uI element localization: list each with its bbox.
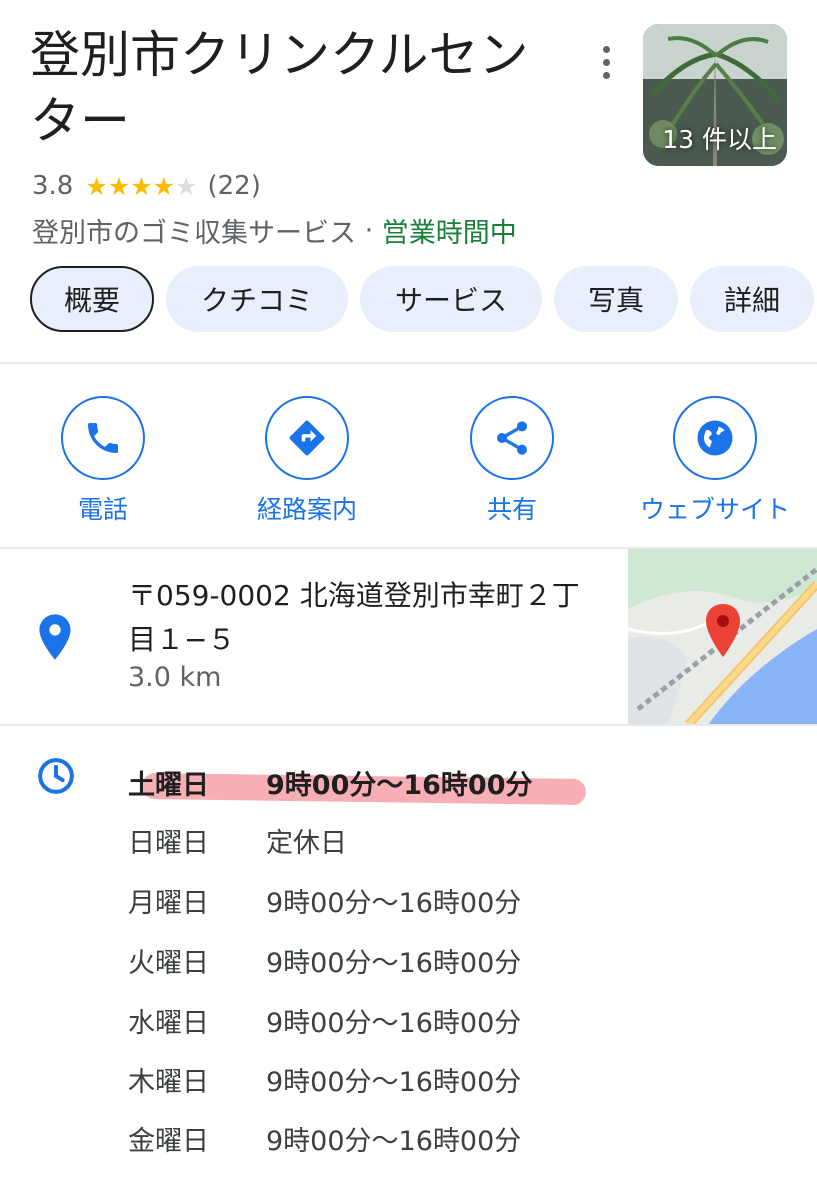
directions-button-circle[interactable] xyxy=(265,396,349,480)
directions-icon xyxy=(289,420,325,456)
star-filled-icon: ★ xyxy=(130,171,153,201)
tab-details[interactable]: 詳細 xyxy=(690,266,814,332)
distance-text: 3.0 km xyxy=(128,662,222,693)
directions-button[interactable]: 経路案内 xyxy=(212,396,402,526)
hours-day: 月曜日 xyxy=(128,887,209,919)
directions-label: 経路案内 xyxy=(256,495,357,524)
hours-row: 月曜日 9時00分～16時00分 xyxy=(128,878,521,922)
location-pin-icon xyxy=(39,614,71,660)
phone-icon xyxy=(88,423,118,453)
call-label: 電話 xyxy=(77,495,128,524)
hours-row: 火曜日 9時00分～16時00分 xyxy=(128,938,521,982)
place-category: 登別市のゴミ収集サービス xyxy=(32,217,356,249)
divider xyxy=(0,724,817,726)
share-button-circle[interactable] xyxy=(470,396,554,480)
website-label: ウェブサイト xyxy=(639,495,790,524)
hours-day: 木曜日 xyxy=(128,1066,209,1098)
star-filled-icon: ★ xyxy=(85,171,108,201)
hours-time: 9時00分～16時00分 xyxy=(266,769,533,801)
tab-reviews[interactable]: クチコミ xyxy=(166,266,348,332)
hours-row-today[interactable]: 土曜日 9時00分～16時00分 xyxy=(128,760,533,804)
review-count: (22) xyxy=(207,171,261,201)
tab-photos[interactable]: 写真 xyxy=(554,266,678,332)
open-status: 営業時間中 xyxy=(381,217,517,249)
photo-count-label: 13 件以上 xyxy=(662,125,777,154)
category-row: 登別市のゴミ収集サービス · 営業時間中 xyxy=(32,210,517,250)
hours-time: 9時00分～16時00分 xyxy=(266,947,522,979)
tab-services[interactable]: サービス xyxy=(360,266,542,332)
hours-time: 9時00分～16時00分 xyxy=(266,1007,522,1039)
rating-row[interactable]: 3.8 ★ ★ ★ ★ ★ (22) xyxy=(32,168,261,204)
hours-day: 日曜日 xyxy=(128,827,209,859)
hours-day: 金曜日 xyxy=(128,1125,209,1157)
hours-time: 9時00分～16時00分 xyxy=(266,1066,522,1098)
rating-value: 3.8 xyxy=(32,171,74,201)
share-label: 共有 xyxy=(486,495,537,524)
separator: · xyxy=(356,214,382,246)
map-thumbnail[interactable] xyxy=(628,549,817,725)
clock-icon xyxy=(38,758,74,794)
tab-overview[interactable]: 概要 xyxy=(30,266,154,332)
hours-day: 火曜日 xyxy=(128,947,209,979)
rating-stars: ★ ★ ★ ★ ★ xyxy=(85,174,197,199)
place-photo-thumbnail[interactable]: 13 件以上 xyxy=(643,24,787,166)
hours-time: 定休日 xyxy=(266,827,347,859)
hours-row: 木曜日 9時00分～16時00分 xyxy=(128,1057,521,1101)
hours-time: 9時00分～16時00分 xyxy=(266,1125,522,1157)
share-icon xyxy=(497,421,527,455)
divider xyxy=(0,362,817,364)
website-button[interactable]: ウェブサイト xyxy=(620,396,810,526)
star-filled-icon: ★ xyxy=(152,171,176,201)
place-title: 登別市クリンクルセンター xyxy=(30,26,529,150)
star-empty-icon: ★ xyxy=(175,171,198,201)
call-button[interactable]: 電話 xyxy=(8,396,198,526)
hours-row: 水曜日 9時00分～16時00分 xyxy=(128,998,521,1042)
share-button[interactable]: 共有 xyxy=(417,396,607,526)
tab-bar: 概要 クチコミ サービス 写真 詳細 xyxy=(30,266,814,332)
hours-row: 金曜日 9時00分～16時00分 xyxy=(128,1116,521,1160)
call-button-circle[interactable] xyxy=(61,396,145,480)
hours-day: 水曜日 xyxy=(128,1007,209,1039)
map-image xyxy=(628,549,817,725)
star-filled-icon: ★ xyxy=(107,171,131,201)
address-text[interactable]: 〒059-0002 北海道登別市幸町２丁目１−５ xyxy=(128,574,598,662)
hours-row: 日曜日 定休日 xyxy=(128,818,347,862)
more-options-icon[interactable] xyxy=(590,40,622,84)
globe-icon xyxy=(697,420,733,456)
hours-time: 9時00分～16時00分 xyxy=(266,887,522,919)
website-button-circle[interactable] xyxy=(673,396,757,480)
hours-day: 土曜日 xyxy=(128,769,209,801)
